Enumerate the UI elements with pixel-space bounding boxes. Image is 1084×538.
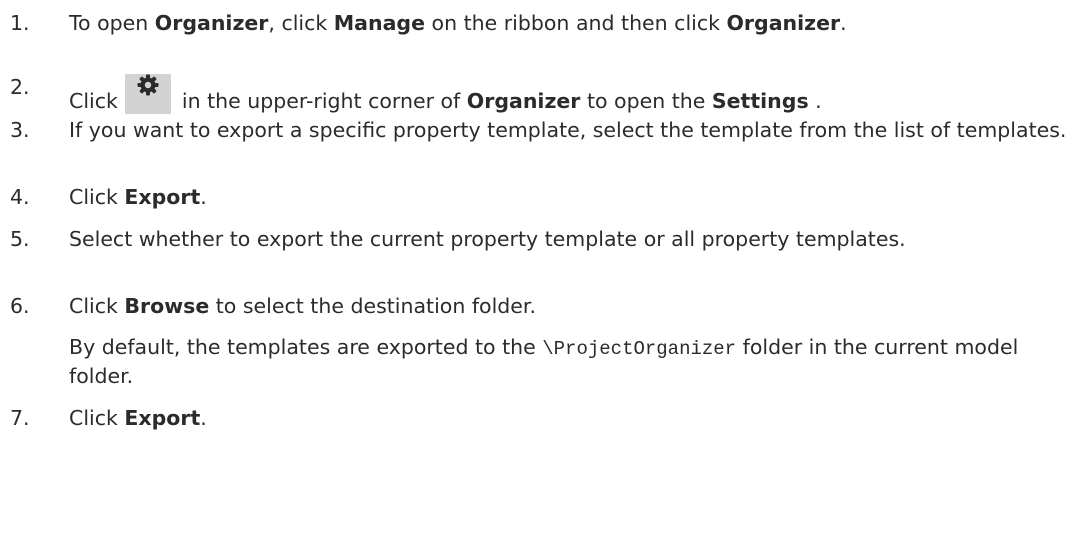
- step-number: 3.: [10, 118, 30, 142]
- organizer-term: Organizer: [726, 11, 841, 35]
- step-text: To open Organizer, click Manage on the r…: [69, 11, 847, 35]
- step-text: Select whether to export the current pro…: [69, 227, 906, 251]
- step-main-text: Click Browse to select the destination f…: [69, 294, 536, 318]
- gear-icon: [137, 74, 159, 96]
- step-number: 1.: [10, 11, 30, 35]
- step-number: 6.: [10, 294, 30, 318]
- manage-term: Manage: [333, 11, 426, 35]
- export-term: Export: [124, 406, 201, 430]
- organizer-term: Organizer: [466, 89, 581, 113]
- settings-gear-button-image: [125, 74, 172, 114]
- folder-path: \ProjectOrganizer: [542, 338, 737, 360]
- step-text: If you want to export a specific propert…: [69, 118, 1067, 142]
- export-term: Export: [124, 185, 201, 209]
- step-number: 5.: [10, 227, 30, 251]
- settings-term: Settings: [711, 89, 809, 113]
- browse-term: Browse: [124, 294, 210, 318]
- organizer-term: Organizer: [154, 11, 269, 35]
- step-note: By default, the templates are exported t…: [69, 335, 1019, 388]
- step-number: 7.: [10, 406, 30, 430]
- step-text: Click in the upper-right corner of Organ…: [69, 74, 1076, 115]
- step-number: 2.: [10, 75, 30, 99]
- step-text: Click Browse to select the destination f…: [69, 293, 1076, 390]
- step-text: Click Export.: [69, 406, 207, 430]
- step-number: 4.: [10, 185, 30, 209]
- instruction-steps: 1. To open Organizer, click Manage on th…: [0, 0, 1084, 538]
- step-text: Click Export.: [69, 185, 207, 209]
